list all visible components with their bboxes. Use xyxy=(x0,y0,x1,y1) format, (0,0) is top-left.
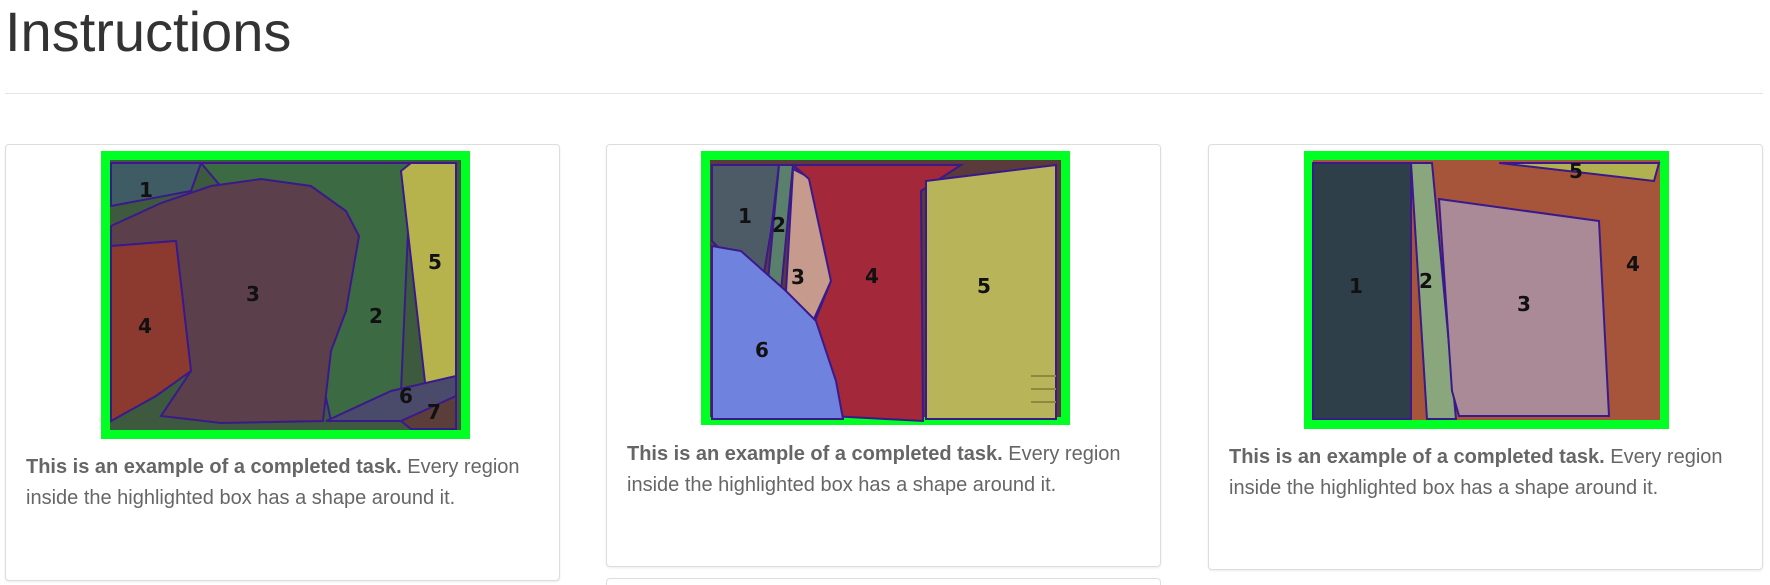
region-label-1: 1 xyxy=(1349,274,1363,298)
region-label-4: 4 xyxy=(865,264,879,288)
example-caption-3: This is an example of a completed task. … xyxy=(1229,442,1732,504)
page-title: Instructions xyxy=(5,0,292,63)
region-label-1: 1 xyxy=(139,178,153,202)
region-label-6: 6 xyxy=(399,384,413,408)
example-caption-2: This is an example of a completed task. … xyxy=(627,439,1130,501)
region-label-3: 3 xyxy=(246,282,260,306)
example-card-3: 1 2 3 4 5 This is an example of a comple… xyxy=(1208,144,1763,570)
example-image-3: 1 2 3 4 5 xyxy=(1304,151,1669,429)
caption-bold-text: This is an example of a completed task. xyxy=(627,443,1003,465)
region-label-5: 5 xyxy=(1569,159,1583,183)
region-label-5: 5 xyxy=(428,250,442,274)
region-label-2: 2 xyxy=(369,304,383,328)
next-card-edge xyxy=(606,578,1161,585)
caption-bold-text: This is an example of a completed task. xyxy=(26,456,402,478)
region-label-4: 4 xyxy=(1626,252,1640,276)
region-label-3: 3 xyxy=(1517,292,1531,316)
region-label-3: 3 xyxy=(791,265,805,289)
region-label-5: 5 xyxy=(977,274,991,298)
title-divider xyxy=(5,93,1763,94)
example-image-2: 1 2 3 4 5 6 xyxy=(701,151,1070,425)
region-label-2: 2 xyxy=(772,213,786,237)
region-label-6: 6 xyxy=(755,338,769,362)
region-label-4: 4 xyxy=(138,314,152,338)
example-caption-1: This is an example of a completed task. … xyxy=(26,452,529,514)
example-card-1: 1 2 3 4 5 6 7 This is an example of a co… xyxy=(5,144,560,581)
example-card-2: 1 2 3 4 5 6 This is an example of a comp… xyxy=(606,144,1161,567)
region-label-2: 2 xyxy=(1419,269,1433,293)
region-label-1: 1 xyxy=(738,204,752,228)
caption-bold-text: This is an example of a completed task. xyxy=(1229,446,1605,468)
region-label-7: 7 xyxy=(427,400,441,424)
example-image-1: 1 2 3 4 5 6 7 xyxy=(101,151,470,439)
